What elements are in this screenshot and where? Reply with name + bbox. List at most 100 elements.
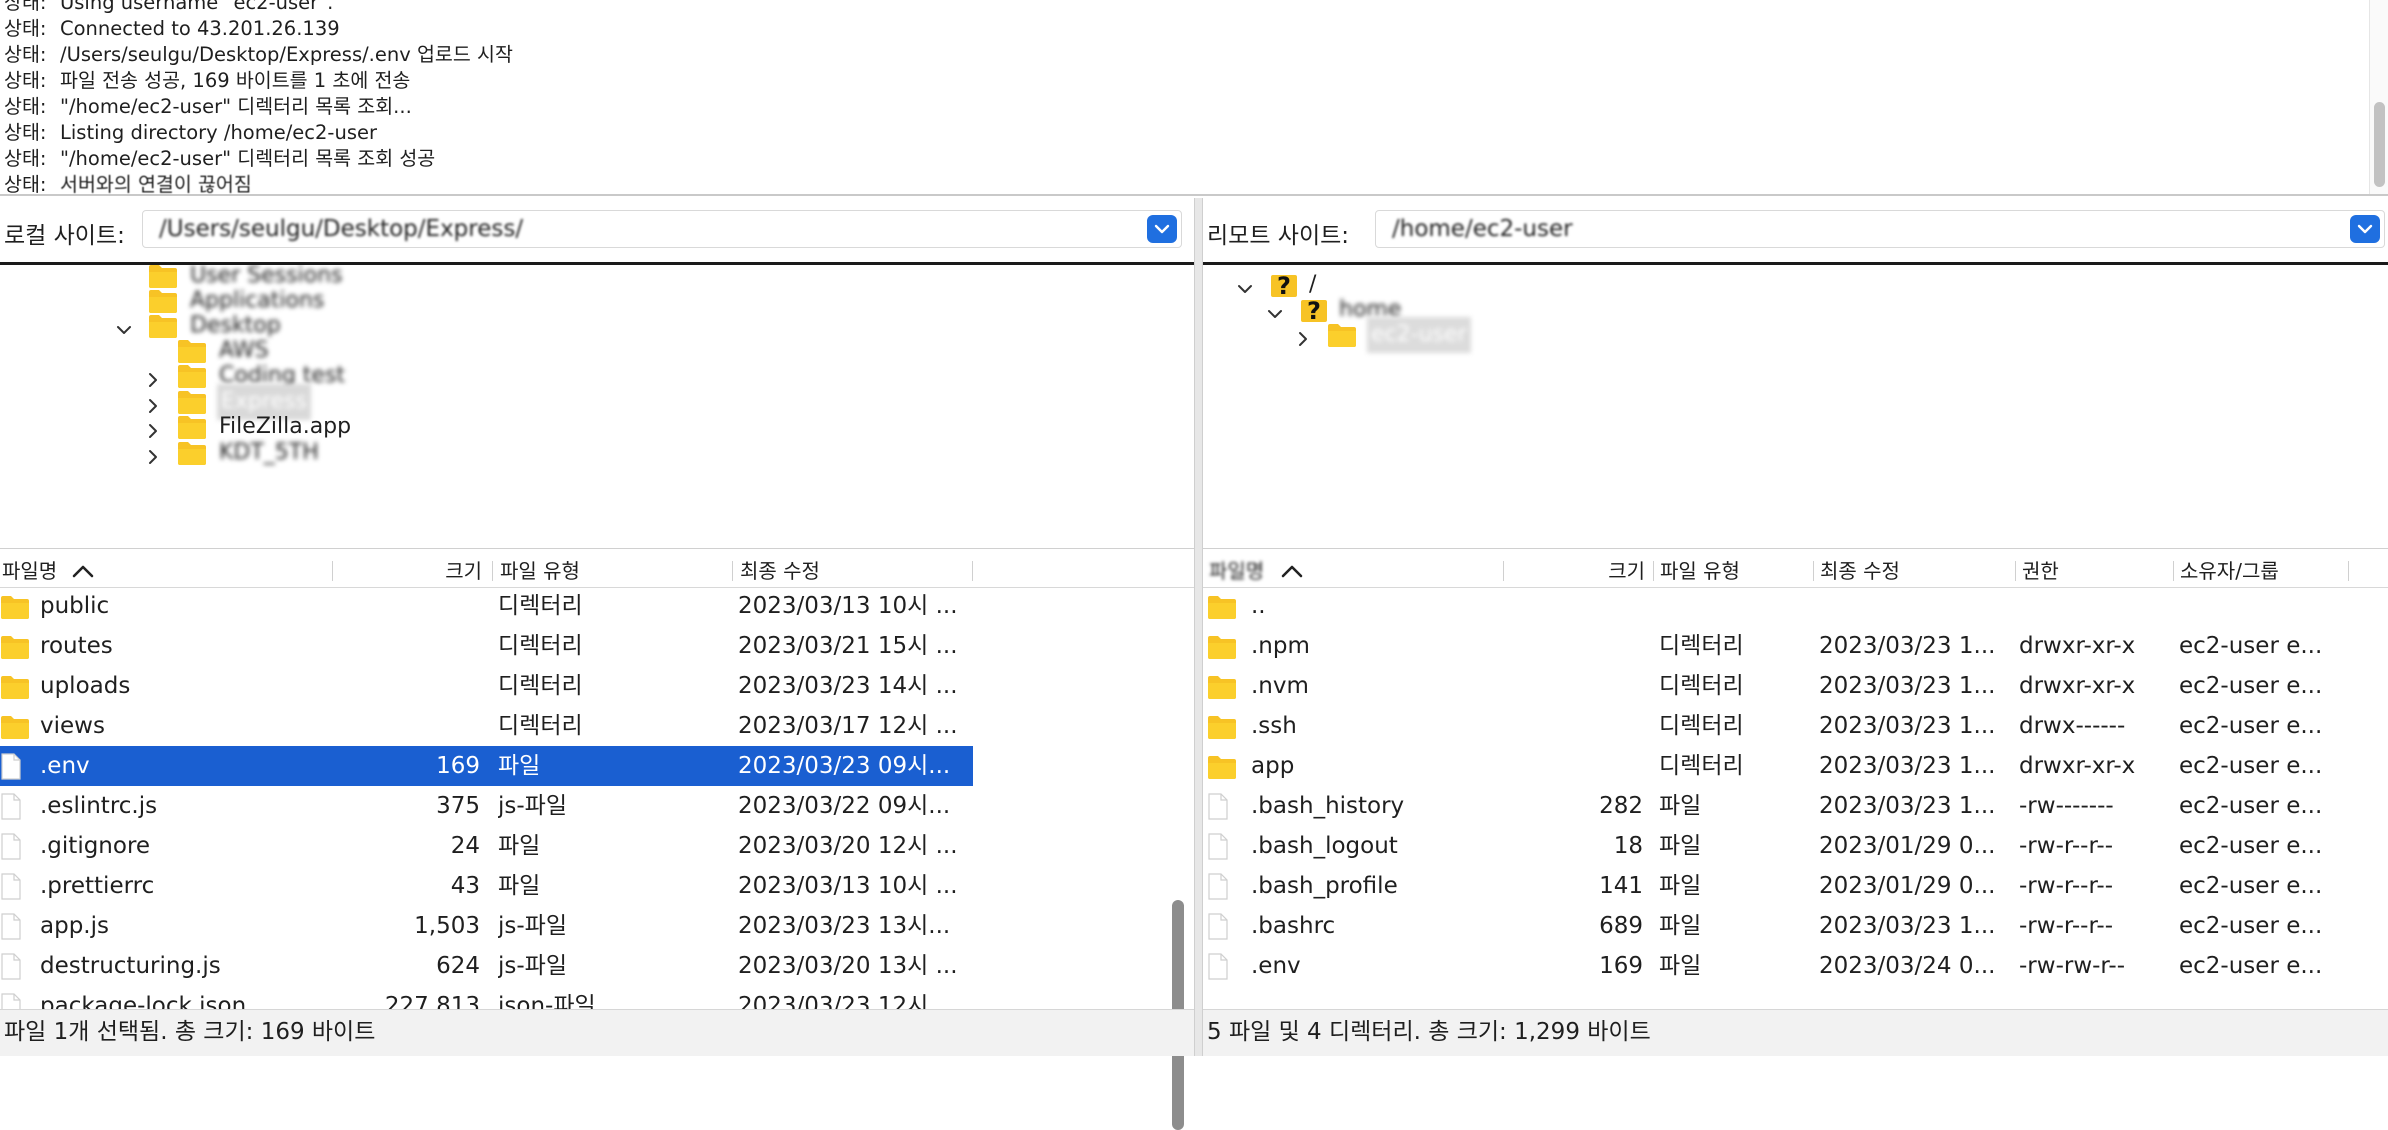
- local-col-modified[interactable]: 최종 수정: [740, 559, 820, 583]
- file-row[interactable]: .gitignore 24 파일 2023/03/20 12시 ...: [0, 826, 973, 866]
- file-size: [332, 666, 480, 706]
- remote-col-type[interactable]: 파일 유형: [1660, 559, 1740, 583]
- file-row[interactable]: .bash_logout 18 파일 2023/01/29 0... -rw-r--r-…: [1203, 826, 2388, 866]
- file-modified: 2023/03/13 10시 ...: [738, 873, 958, 899]
- file-name: .bash_logout: [1251, 833, 1398, 859]
- file-size: [1505, 626, 1643, 666]
- file-size: 282: [1599, 793, 1643, 819]
- local-col-type[interactable]: 파일 유형: [500, 559, 580, 583]
- file-perms: -rw-rw-r--: [2019, 953, 2126, 979]
- local-directory-tree[interactable]: User Sessions Applications Desktop AWS Codin…: [0, 265, 1194, 547]
- log-line: 상태: 서버와의 연결이 끊어짐: [4, 172, 252, 198]
- file-row[interactable]: app.js 1,503 js-파일 2023/03/23 13시...: [0, 906, 973, 946]
- file-type: 파일: [498, 873, 541, 899]
- sort-ascending-icon: [1281, 565, 1303, 578]
- file-perms: -rw-r--r--: [2019, 833, 2114, 859]
- file-name: package-lock.json: [40, 993, 247, 1010]
- log-line: 상태: Connected to 43.201.26.139: [4, 16, 340, 42]
- file-name: uploads: [40, 673, 131, 699]
- file-type: 디렉터리: [1659, 713, 1744, 739]
- file-row[interactable]: views 디렉터리 2023/03/17 12시 ...: [0, 706, 973, 746]
- file-modified: [1819, 588, 2011, 626]
- file-row[interactable]: app 디렉터리 2023/03/23 1... drwxr-xr-x ec2-user…: [1203, 746, 2388, 786]
- local-path-dropdown-button[interactable]: [1147, 215, 1177, 243]
- remote-col-modified[interactable]: 최종 수정: [1820, 559, 1900, 583]
- file-size: [332, 706, 480, 746]
- remote-file-list[interactable]: .. .npm 디렉터리 2023/03/23 1... drwxr-xr-x ec2-u…: [1203, 588, 2388, 1010]
- file-size: 141: [1599, 873, 1643, 899]
- remote-col-owner[interactable]: 소유자/그룹: [2180, 559, 2279, 583]
- file-icon: [0, 993, 22, 1010]
- log-line-label: 상태:: [4, 121, 47, 144]
- chevron-right-icon[interactable]: [143, 417, 163, 438]
- remote-path-dropdown-button[interactable]: [2350, 215, 2380, 243]
- remote-directory-tree[interactable]: ? /? home ec2-user: [1203, 265, 2388, 547]
- file-name: .gitignore: [40, 833, 151, 859]
- log-line: 상태: "/home/ec2-user" 디렉터리 목록 조회...: [4, 94, 412, 120]
- tree-node[interactable]: ec2-user: [1203, 317, 2303, 353]
- file-size: 169: [1599, 953, 1643, 979]
- message-log[interactable]: 상태: Using username "ec2-user". 상태: Connecte…: [0, 0, 2388, 196]
- file-row[interactable]: .bash_history 282 파일 2023/03/23 1... -rw----…: [1203, 786, 2388, 826]
- file-row[interactable]: .prettierrc 43 파일 2023/03/13 10시 ...: [0, 866, 973, 906]
- file-type: 파일: [1659, 833, 1702, 859]
- chevron-right-icon[interactable]: [143, 443, 163, 464]
- file-modified: 2023/03/23 1...: [1819, 913, 1996, 939]
- file-name: .npm: [1251, 633, 1310, 659]
- local-file-list[interactable]: public 디렉터리 2023/03/13 10시 ... routes 디렉터리 20…: [0, 588, 1164, 1010]
- chevron-right-icon[interactable]: [143, 366, 163, 387]
- chevron-down-icon: [2357, 224, 2373, 234]
- file-row[interactable]: .bash_profile 141 파일 2023/01/29 0... -rw-r--…: [1203, 866, 2388, 906]
- remote-col-name[interactable]: 파일명: [1209, 559, 1264, 583]
- file-owner: ec2-user e...: [2179, 793, 2323, 819]
- file-size: 624: [436, 953, 480, 979]
- file-name: .bash_history: [1251, 793, 1405, 819]
- file-type: js-파일: [498, 793, 567, 819]
- remote-path-combobox[interactable]: /home/ec2-user: [1375, 210, 2385, 248]
- file-row[interactable]: uploads 디렉터리 2023/03/23 14시 ...: [0, 666, 973, 706]
- file-row[interactable]: public 디렉터리 2023/03/13 10시 ...: [0, 588, 973, 626]
- remote-col-permissions[interactable]: 권한: [2022, 559, 2059, 583]
- file-perms: drwx------: [2019, 713, 2126, 739]
- file-type: [1659, 588, 1809, 626]
- log-line-label: 상태:: [4, 43, 47, 66]
- file-name: .bashrc: [1251, 913, 1336, 939]
- file-size: [1505, 706, 1643, 746]
- file-row[interactable]: routes 디렉터리 2023/03/21 15시 ...: [0, 626, 973, 666]
- local-col-size[interactable]: 크기: [440, 559, 482, 583]
- file-type: 디렉터리: [1659, 633, 1744, 659]
- file-row[interactable]: .ssh 디렉터리 2023/03/23 1... drwx------ ec2-use…: [1203, 706, 2388, 746]
- local-list-scrollbar[interactable]: [1164, 588, 1194, 1130]
- file-row[interactable]: package-lock.json 227,813 json-파일 2023/03/2…: [0, 986, 973, 1010]
- file-modified: 2023/01/29 0...: [1819, 833, 1996, 859]
- file-size: 375: [436, 793, 480, 819]
- remote-status-bar: 5 파일 및 4 디렉터리. 총 크기: 1,299 바이트: [1203, 1009, 2388, 1056]
- local-col-name[interactable]: 파일명: [2, 559, 57, 583]
- file-type: js-파일: [498, 953, 567, 979]
- message-log-scroll-thumb[interactable]: [2374, 102, 2385, 187]
- file-type: 파일: [1659, 953, 1702, 979]
- file-row[interactable]: .bashrc 689 파일 2023/03/23 1... -rw-r--r-- ec2…: [1203, 906, 2388, 946]
- chevron-right-icon[interactable]: [1293, 325, 1313, 346]
- file-size: 18: [1613, 833, 1643, 859]
- file-row[interactable]: ..: [1203, 588, 2388, 626]
- remote-col-size[interactable]: 크기: [1603, 559, 1645, 583]
- file-row[interactable]: .npm 디렉터리 2023/03/23 1... drwxr-xr-x ec2-use…: [1203, 626, 2388, 666]
- file-row[interactable]: .eslintrc.js 375 js-파일 2023/03/22 09시...: [0, 786, 973, 826]
- pane-divider[interactable]: [1194, 198, 1203, 1056]
- file-row[interactable]: .nvm 디렉터리 2023/03/23 1... drwxr-xr-x ec2-use…: [1203, 666, 2388, 706]
- message-log-scrollbar[interactable]: [2369, 0, 2388, 194]
- file-type: 디렉터리: [498, 633, 583, 659]
- file-modified: 2023/03/23 12시 ...: [738, 993, 958, 1010]
- tree-node[interactable]: KDT_5TH: [0, 435, 1100, 471]
- file-row[interactable]: .env 169 파일 2023/03/23 09시...: [0, 746, 973, 786]
- local-tree-scrollbar[interactable]: [1164, 265, 1194, 547]
- file-perms: -rw-r--r--: [2019, 913, 2114, 939]
- file-type: 디렉터리: [498, 593, 583, 619]
- local-path-combobox[interactable]: /Users/seulgu/Desktop/Express/: [142, 210, 1182, 248]
- local-pane: 로컬 사이트: /Users/seulgu/Desktop/Express/ U…: [0, 198, 1194, 1130]
- log-line: 상태: Listing directory /home/ec2-user: [4, 120, 377, 146]
- file-row[interactable]: .env 169 파일 2023/03/24 0... -rw-rw-r-- ec2-us…: [1203, 946, 2388, 986]
- file-row[interactable]: destructuring.js 624 js-파일 2023/03/20 13시 .…: [0, 946, 973, 986]
- file-modified: 2023/03/23 1...: [1819, 713, 1996, 739]
